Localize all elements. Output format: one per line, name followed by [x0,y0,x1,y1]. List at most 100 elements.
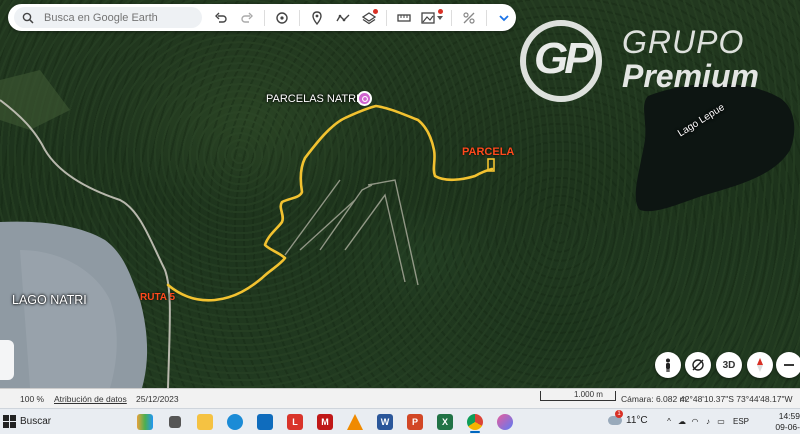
search-toolbar [8,4,516,31]
search-input[interactable] [44,11,194,24]
street-view-button[interactable] [655,352,681,378]
temperature: 11°C [626,415,648,426]
zoom-level[interactable]: 100 % [20,394,44,404]
chevron-down-icon [437,15,443,20]
taskbar-app-powerpoint[interactable]: P [402,411,428,433]
layers-button[interactable] [356,7,382,29]
clock-time: 14:59 [778,411,800,421]
share-off-icon [463,11,475,24]
taskbar-app-chrome[interactable] [462,411,488,433]
imagery-date: 25/12/2023 [136,394,179,404]
ruta-label: RUTA 5 [140,292,175,303]
toolbar-divider [451,9,452,26]
layers-notification-dot [373,8,378,14]
widgets-icon [137,414,153,430]
weather-widget[interactable]: 1 11°C [608,410,648,426]
rotate-icon [692,359,704,371]
word-icon: W [377,414,393,430]
undo-button[interactable] [208,7,234,29]
attribution-link[interactable]: Atribución de datos [54,394,127,404]
image-icon [421,11,435,24]
minus-icon [784,364,794,366]
toggle-3d-button[interactable]: 3D [716,352,742,378]
redo-icon [241,12,253,23]
taskbar-app-l[interactable]: L [282,411,308,433]
grupo-premium-logo: GP GRUPO Premium [520,20,790,105]
toolbar-divider [264,9,265,26]
cloud-sync-icon[interactable]: ☁ [677,416,687,426]
start-button[interactable] [3,415,16,428]
taskbar-app-excel[interactable]: X [432,411,458,433]
parcelas-natri-label: PARCELAS NATRI [266,93,360,105]
farmland-patch [0,70,70,130]
taskbar-app-explorer[interactable] [192,411,218,433]
battery-icon[interactable]: ▭ [716,416,726,426]
path-icon [336,14,350,21]
windows-taskbar: Buscar L M W P X 1 11°C ^ ☁ ◠ ♪ ▭ ESP 14… [0,408,800,434]
zoom-out-button[interactable] [776,352,800,378]
scale-label: 1.000 m [574,390,603,399]
taskbar-app-word[interactable]: W [372,411,398,433]
logo-word-grupo: GRUPO [622,24,745,60]
taskbar-app-taskview[interactable] [162,411,188,433]
taskbar-app-outlook[interactable] [252,411,278,433]
taskbar-search[interactable]: Buscar [20,416,51,427]
pegman-icon [666,358,670,372]
side-panel-tab[interactable] [0,340,14,380]
search-icon [22,12,34,24]
trails [284,179,419,286]
expand-toolbar-button[interactable] [491,7,517,29]
excel-icon: X [437,414,453,430]
measure-button[interactable] [391,7,417,29]
taskbar-app-widgets[interactable] [132,411,158,433]
route-line [166,104,494,302]
volume-icon[interactable]: ♪ [703,416,713,426]
toolbar-divider [486,9,487,26]
chevron-down-icon [499,14,509,21]
toolbar-divider [386,9,387,26]
place-marker-icon[interactable] [357,91,372,106]
taskbar-apps: L M W P X [132,411,522,433]
clock-date: 09-06-2026 [775,422,800,434]
ruler-icon [397,13,411,22]
capture-notification-dot [438,8,443,14]
capture-button[interactable] [417,7,447,29]
chrome-icon [467,414,483,430]
taskbar-app-edge[interactable] [222,411,248,433]
wifi-icon[interactable]: ◠ [690,416,700,426]
logo-initials: GP [534,34,594,83]
logo-word-premium: Premium [622,58,759,94]
taskbar-app-vlc[interactable] [342,411,368,433]
clock[interactable]: 14:59 09-06-2026 [760,411,800,434]
taskbar-app-mcafee[interactable]: M [312,411,338,433]
lake-natri-label: LAGO NATRI [12,293,87,307]
taskbar-app-copilot[interactable] [492,411,518,433]
history-button[interactable] [269,7,295,29]
app-l-icon: L [287,414,303,430]
status-bar: 100 % Atribución de datos 25/12/2023 1.0… [0,388,800,408]
cloud-icon: 1 [608,410,623,425]
toolbar-divider [299,9,300,26]
search-box[interactable] [14,7,202,28]
map-view[interactable]: LAGO NATRI PARCELAS NATRI Lago Lepue PAR… [0,0,800,388]
undo-icon [215,12,227,23]
coordinates: 42°48'10.37"S 73°44'48.17"W [680,394,793,404]
copilot-icon [497,414,513,430]
edge-icon [227,414,243,430]
weather-badge: 1 [615,410,623,418]
mcafee-icon: M [317,414,333,430]
compass-button[interactable] [747,352,773,378]
camera-altitude: Cámara: 6.082 m [621,394,687,404]
redo-button[interactable] [234,7,260,29]
share-button[interactable] [456,7,482,29]
chevron-up-icon[interactable]: ^ [664,416,674,426]
powerpoint-icon: P [407,414,423,430]
add-path-button[interactable] [330,7,356,29]
rotate-view-button[interactable] [685,352,711,378]
task-view-icon [169,416,181,428]
history-icon [276,11,288,24]
language-indicator[interactable]: ESP [733,417,749,426]
system-tray: ^ ☁ ◠ ♪ ▭ ESP [664,416,749,426]
add-placemark-button[interactable] [304,7,330,29]
vlc-icon [347,414,363,430]
